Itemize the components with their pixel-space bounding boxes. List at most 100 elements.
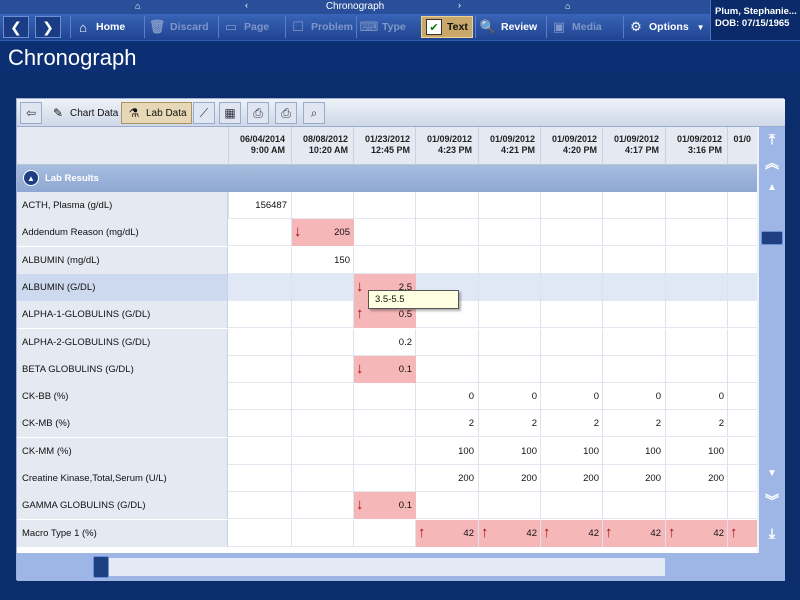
review-button[interactable]: 🔍 Review	[475, 16, 545, 38]
lab-value-cell[interactable]: 0	[665, 383, 728, 411]
column-header-1[interactable]: 06/04/2014 9:00 AM	[228, 127, 291, 165]
column-header-2[interactable]: 08/08/2012 10:20 AM	[291, 127, 354, 165]
lab-value-cell[interactable]: 200	[602, 465, 665, 492]
column-header-4[interactable]: 01/09/2012 4:23 PM	[415, 127, 478, 165]
home-small-icon[interactable]: ⌂	[135, 1, 140, 11]
prev-page-icon[interactable]: ‹	[245, 0, 248, 10]
table-row[interactable]: BETA GLOBULINS (G/DL) ↓ 0.1	[17, 355, 757, 383]
column-time: 3:16 PM	[687, 145, 722, 155]
lab-value-cell[interactable]: ↓ 0.1	[353, 355, 416, 383]
row-label: CK-MB (%)	[17, 410, 228, 438]
lab-value-cell[interactable]: ↓ 205	[291, 219, 354, 247]
table-row[interactable]: GAMMA GLOBULINS (G/DL) ↓ 0.1	[17, 492, 757, 520]
graph-button[interactable]: ⟋	[193, 102, 215, 124]
horizontal-scroll-track[interactable]	[95, 558, 665, 576]
horizontal-scrollbar[interactable]	[17, 553, 785, 581]
lab-value-cell[interactable]: 100	[540, 437, 603, 465]
table-row[interactable]: CK-MB (%) 2 2 2 2 2	[17, 410, 757, 438]
print-preview-icon: ⎙	[281, 105, 291, 120]
lab-value-cell[interactable]: ↑	[727, 519, 757, 547]
page-button[interactable]: ▭ Page	[218, 16, 284, 38]
lab-value-cell[interactable]: 2	[478, 410, 541, 438]
page-title: Chronograph	[8, 45, 137, 70]
problem-icon: ☐	[292, 19, 304, 34]
lab-value-cell[interactable]: ↑ 42	[415, 519, 478, 547]
table-row[interactable]: CK-MM (%) 100 100 100 100 100	[17, 437, 757, 465]
media-button[interactable]: ▣ Media	[546, 16, 622, 38]
lab-value-cell[interactable]: 0	[540, 383, 603, 411]
print-preview-button[interactable]: ⎙	[275, 102, 297, 124]
text-button[interactable]: ✔ Text	[421, 16, 473, 38]
column-header-5[interactable]: 01/09/2012 4:21 PM	[478, 127, 541, 165]
column-header-9[interactable]: 01/0	[727, 127, 757, 165]
lab-value-cell[interactable]: 2	[665, 410, 728, 438]
horizontal-scroll-thumb[interactable]	[93, 556, 109, 578]
lab-value-cell[interactable]: 2	[415, 410, 478, 438]
lab-value-cell[interactable]: ↑ 42	[540, 519, 603, 547]
table-row[interactable]: ALPHA-2-GLOBULINS (G/DL) 0.2	[17, 328, 757, 356]
forward-button[interactable]: ❯	[35, 16, 61, 38]
options-button[interactable]: ⚙ Options ▼	[623, 16, 709, 38]
column-header-3[interactable]: 01/23/2012 12:45 PM	[353, 127, 416, 165]
scroll-page-down-icon[interactable]: ︾	[762, 491, 782, 511]
lab-value-cell[interactable]: 200	[665, 465, 728, 492]
lab-value-cell[interactable]: 0	[415, 383, 478, 411]
lab-value-cell[interactable]: ↑ 42	[665, 519, 728, 547]
table-row[interactable]: Creatine Kinase,Total,Serum (U/L) 200 200 2…	[17, 465, 757, 492]
search-button[interactable]: ⌕	[303, 102, 325, 124]
next-page-icon[interactable]: ›	[458, 0, 461, 10]
scroll-up-icon[interactable]: ▲	[762, 177, 782, 197]
lab-value-cell[interactable]: 2	[540, 410, 603, 438]
lab-value-cell[interactable]: 200	[540, 465, 603, 492]
table-row[interactable]: CK-BB (%) 0 0 0 0 0	[17, 383, 757, 411]
type-button[interactable]: ⌨ Type	[356, 16, 420, 38]
calendar-button[interactable]: ▦	[219, 102, 241, 124]
scroll-down-icon[interactable]: ▼	[762, 463, 782, 483]
table-row[interactable]: Addendum Reason (mg/dL) ↓ 205	[17, 219, 757, 247]
lab-results-section[interactable]: ▲ Lab Results	[17, 165, 757, 192]
vertical-scroll-thumb[interactable]	[761, 231, 783, 245]
lab-value-cell[interactable]: 0.2	[353, 328, 416, 356]
table-row[interactable]: ALBUMIN (mg/dL) 150	[17, 246, 757, 274]
column-header-8[interactable]: 01/09/2012 3:16 PM	[665, 127, 728, 165]
print-button[interactable]: ⎙	[247, 102, 269, 124]
table-row[interactable]: ACTH, Plasma (g/dL) 156487	[17, 192, 757, 219]
arrow-down-icon: ↓	[356, 359, 364, 377]
chevron-left-icon: ❮	[10, 18, 22, 35]
scroll-top-icon[interactable]: ⤒	[762, 129, 782, 149]
problem-button[interactable]: ☐ Problem	[285, 16, 355, 38]
lab-value-cell[interactable]: 100	[602, 437, 665, 465]
lab-value-cell[interactable]: 200	[415, 465, 478, 492]
lab-value-cell[interactable]: 150	[291, 246, 354, 274]
lab-value-cell[interactable]: 2	[602, 410, 665, 438]
scroll-bottom-icon[interactable]: ⤓	[762, 523, 782, 543]
chart-data-tab[interactable]: ✎ Chart Data	[45, 102, 123, 124]
grid-line	[478, 219, 479, 247]
lab-data-tab[interactable]: ⚗ Lab Data	[121, 102, 192, 124]
lab-value-cell[interactable]: 100	[478, 437, 541, 465]
lab-value-cell[interactable]: 200	[478, 465, 541, 492]
lab-value-cell[interactable]: 0	[478, 383, 541, 411]
column-header-6[interactable]: 01/09/2012 4:20 PM	[540, 127, 603, 165]
lab-value-cell[interactable]: 0	[602, 383, 665, 411]
scroll-page-up-icon[interactable]: ︽	[762, 153, 782, 173]
home-button[interactable]: ⌂ Home	[70, 16, 143, 38]
lab-value-cell[interactable]: 100	[665, 437, 728, 465]
title-strip: ⌂ ‹ Chronograph › ⌂	[0, 0, 710, 14]
vertical-scrollbar[interactable]: ⤒ ︽ ▲ ▼ ︾ ⤓	[759, 127, 785, 553]
home-small-icon-right[interactable]: ⌂	[565, 1, 570, 11]
lab-value-cell[interactable]: ↑ 42	[478, 519, 541, 547]
panel-back-button[interactable]: ⇦	[20, 102, 42, 124]
discard-icon: 🗑	[148, 19, 166, 34]
lab-value-cell[interactable]: ↑ 42	[602, 519, 665, 547]
lab-value-cell[interactable]: 100	[415, 437, 478, 465]
lab-value-cell[interactable]: ↓ 0.1	[353, 492, 416, 520]
patient-info[interactable]: Plum, Stephanie... DOB: 07/15/1965	[710, 0, 800, 40]
lab-value-cell[interactable]: 156487	[228, 192, 291, 219]
table-row[interactable]: Macro Type 1 (%) ↑ 42 ↑ 42 ↑ 42 ↑ 42 ↑ 42 ↑	[17, 519, 757, 547]
collapse-chevron-icon[interactable]: ▲	[23, 170, 39, 186]
row-label: BETA GLOBULINS (G/DL)	[17, 355, 228, 383]
discard-button[interactable]: 🗑 Discard	[144, 16, 217, 38]
back-button[interactable]: ❮	[3, 16, 29, 38]
column-header-7[interactable]: 01/09/2012 4:17 PM	[602, 127, 665, 165]
